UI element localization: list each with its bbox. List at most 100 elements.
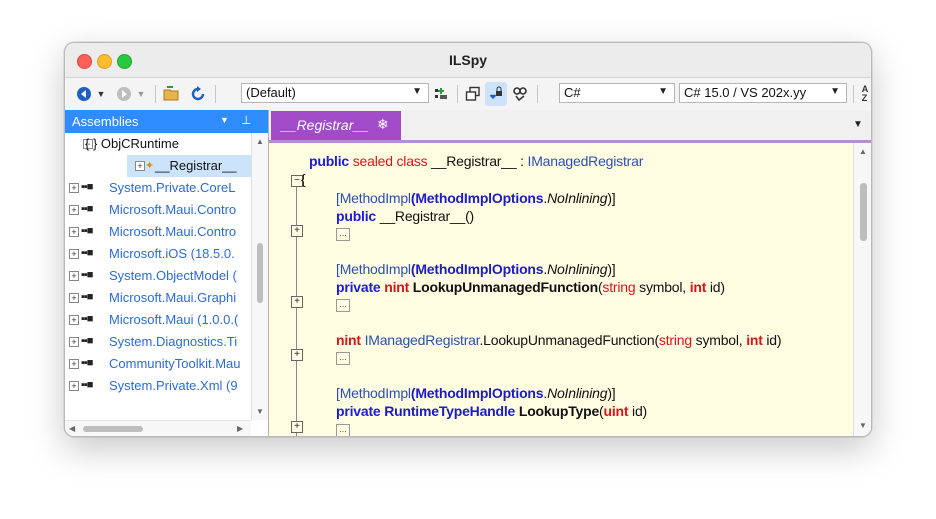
class-name[interactable]: __Registrar__ <box>431 153 517 169</box>
refresh-icon <box>191 86 205 101</box>
open-brace: { <box>301 171 306 187</box>
windows-overlap-icon <box>465 86 480 101</box>
fold-expand-icon[interactable]: + <box>291 225 303 237</box>
tree-expand-icon[interactable]: + <box>69 271 79 281</box>
tree-expand-icon[interactable]: + <box>69 359 79 369</box>
assembly-icon: ▪▪■ <box>81 225 93 237</box>
tab-registrar[interactable]: __Registrar__ ❄ <box>271 111 401 140</box>
list-manage-icon <box>435 88 447 99</box>
language-value: C# <box>564 85 581 100</box>
forward-history-dropdown[interactable]: ▼ <box>135 82 147 106</box>
back-arrow-icon <box>77 87 91 101</box>
collapsed-body-ellipsis[interactable]: ... <box>336 352 350 365</box>
tree-item-label: System.Private.CoreL <box>109 180 236 195</box>
collapsed-body-ellipsis[interactable]: ... <box>336 424 350 436</box>
fold-expand-icon[interactable]: + <box>291 296 303 308</box>
tree-item[interactable]: + ▪▪■ Microsoft.Maui.Contro <box>65 199 251 221</box>
chevron-down-icon: ▼ <box>96 89 106 99</box>
forward-button[interactable] <box>115 82 133 106</box>
tree-expand-icon[interactable]: + <box>69 249 79 259</box>
show-all-members-button[interactable] <box>463 82 483 106</box>
tree-expand-icon[interactable]: + <box>69 293 79 303</box>
scroll-up-arrow-icon[interactable]: ▲ <box>256 137 264 146</box>
code-line-lookup-type: private RuntimeTypeHandle LookupType(uin… <box>336 403 648 419</box>
tree-expand-icon[interactable]: + <box>69 315 79 325</box>
tree-expand-icon[interactable]: + <box>69 227 79 237</box>
tree-expand-icon[interactable]: + <box>69 337 79 347</box>
tree-item[interactable]: + ▪▪■ Microsoft.iOS (18.5.0. <box>65 243 251 265</box>
tree-item[interactable]: + ▪▪■ System.ObjectModel ( <box>65 265 251 287</box>
editor-vertical-scroll-thumb[interactable] <box>860 183 867 241</box>
api-visibility-toggle[interactable] <box>485 82 507 106</box>
line-gutter <box>269 143 287 436</box>
tree-item[interactable]: + ▪▪■ System.Diagnostics.Ti <box>65 331 251 353</box>
tree-item[interactable]: + ✦ __Registrar__ <box>127 155 251 177</box>
scroll-down-arrow-icon[interactable]: ▼ <box>859 421 867 430</box>
lock-heart-icon <box>490 86 502 99</box>
code-line-attribute: [MethodImpl(MethodImplOptions.NoInlining… <box>336 385 616 401</box>
reload-button[interactable] <box>187 82 209 106</box>
chevron-down-icon: ▼ <box>658 86 668 97</box>
tree-item[interactable]: + ▪▪■ System.Private.CoreL <box>65 177 251 199</box>
scroll-right-arrow-icon[interactable]: ▶ <box>237 424 243 433</box>
fold-expand-icon[interactable]: + <box>291 349 303 361</box>
tree-item-label: CommunityToolkit.Mau <box>109 356 241 371</box>
tree-item[interactable]: −{ } ObjCRuntime <box>65 133 251 155</box>
collapsed-body-ellipsis[interactable]: ... <box>336 299 350 312</box>
tree-vertical-scroll-thumb[interactable] <box>257 243 263 303</box>
tree-item-label: Microsoft.Maui.Contro <box>109 202 237 217</box>
code-line-attribute: [MethodImpl(MethodImplOptions.NoInlining… <box>336 261 616 277</box>
tree-expand-icon[interactable]: + <box>69 183 79 193</box>
constructor-name[interactable]: __Registrar__() <box>380 208 474 224</box>
tree-horizontal-scroll-thumb[interactable] <box>83 426 143 432</box>
scroll-up-arrow-icon[interactable]: ▲ <box>859 147 867 156</box>
language-version-combo[interactable]: C# 15.0 / VS 202x.yy ▼ <box>679 83 847 103</box>
tree-item[interactable]: + ▪▪■ CommunityToolkit.Mau <box>65 353 251 375</box>
tree-expand-icon[interactable]: + <box>69 381 79 391</box>
tree-item[interactable]: + ▪▪■ Microsoft.Maui.Graphi <box>65 287 251 309</box>
method-name[interactable]: LookupType <box>519 403 599 419</box>
pin-icon[interactable]: ⊥ <box>241 113 251 127</box>
panel-menu-dropdown[interactable]: ▼ <box>220 115 229 125</box>
assembly-icon: ▪▪■ <box>81 181 93 193</box>
back-button[interactable] <box>75 82 93 106</box>
code-editor[interactable]: public sealed class __Registrar__ : IMan… <box>269 143 853 436</box>
open-button[interactable] <box>161 82 183 106</box>
tree-vertical-scrollbar[interactable]: ▲ ▼ <box>251 133 268 420</box>
chevron-down-icon: ▼ <box>220 115 229 125</box>
chevron-down-icon: ▼ <box>136 89 146 99</box>
tab-list-dropdown[interactable]: ▼ <box>853 119 863 130</box>
tree-horizontal-scrollbar[interactable]: ◀ ▶ <box>65 420 251 436</box>
tree-item[interactable]: + ▪▪■ Microsoft.Maui (1.0.0.( <box>65 309 251 331</box>
chevron-down-icon: ▼ <box>853 119 863 130</box>
chevron-down-icon: ▼ <box>412 86 422 97</box>
code-line-explicit-impl: nint IManagedRegistrar.LookupUnmanagedFu… <box>336 332 782 348</box>
scroll-left-arrow-icon[interactable]: ◀ <box>69 424 75 433</box>
assembly-tree: −{ } ObjCRuntime + ✦ __Registrar__ + ▪▪■ Syste… <box>65 133 251 420</box>
tree-item[interactable]: + ▪▪■ Microsoft.Maui.Contro <box>65 221 251 243</box>
assembly-icon: ▪▪■ <box>81 379 93 391</box>
forward-arrow-icon <box>117 87 131 101</box>
tree-item-label: System.Private.Xml (9 <box>109 378 238 393</box>
interface-name[interactable]: IManagedRegistrar <box>528 153 644 169</box>
code-line-constructor: public __Registrar__() <box>336 208 474 224</box>
assembly-icon: ▪▪■ <box>81 247 93 259</box>
chevron-down-icon: ▼ <box>830 86 840 97</box>
fold-expand-icon[interactable]: + <box>291 421 303 433</box>
interface-name[interactable]: IManagedRegistrar <box>365 332 480 348</box>
editor-vertical-scrollbar[interactable]: ▲ ▼ <box>853 143 871 436</box>
scroll-down-arrow-icon[interactable]: ▼ <box>256 407 264 416</box>
back-history-dropdown[interactable]: ▼ <box>95 82 107 106</box>
class-icon: ✦ <box>145 160 154 172</box>
snowflake-icon[interactable]: ❄ <box>377 116 389 133</box>
tree-item[interactable]: + ▪▪■ System.Private.Xml (9 <box>65 375 251 397</box>
method-name[interactable]: LookupUnmanagedFunction <box>413 279 598 295</box>
collapsed-body-ellipsis[interactable]: ... <box>336 228 350 241</box>
sort-assemblies-button[interactable]: AZ <box>859 82 871 106</box>
manage-assembly-lists-button[interactable] <box>431 82 451 106</box>
assembly-list-combo[interactable]: (Default) ▼ <box>241 83 429 103</box>
compiler-generated-toggle[interactable] <box>509 82 531 106</box>
tree-expand-icon[interactable]: + <box>69 205 79 215</box>
tree-expand-icon[interactable]: + <box>135 161 145 171</box>
language-combo[interactable]: C# ▼ <box>559 83 675 103</box>
